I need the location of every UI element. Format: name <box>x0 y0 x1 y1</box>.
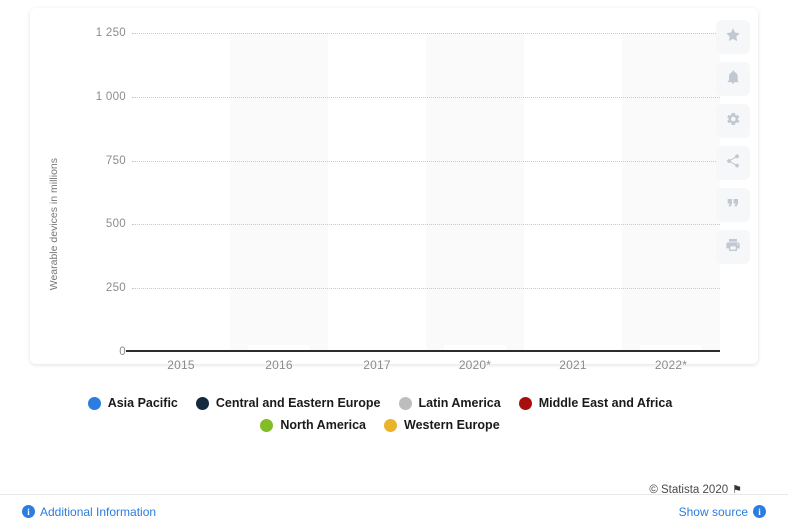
x-tick-label: 2020* <box>458 358 492 372</box>
legend-color-dot <box>195 396 209 410</box>
y-tick-label: 500 <box>105 218 126 231</box>
quote-icon <box>725 195 741 216</box>
settings-button[interactable] <box>716 104 750 138</box>
star-icon <box>725 27 741 48</box>
bell-icon <box>725 69 741 90</box>
bar-group <box>524 33 622 350</box>
x-tick-label: 2017 <box>363 358 391 372</box>
x-tick-label: 2021 <box>559 358 587 372</box>
x-tick-label: 2016 <box>265 358 293 372</box>
legend-color-dot <box>87 396 101 410</box>
chart-toolbar <box>712 20 754 264</box>
show-source-label: Show source <box>678 504 748 519</box>
cite-button[interactable] <box>716 188 750 222</box>
additional-information-label: Additional Information <box>40 504 157 519</box>
y-axis-ticks: 1 250 1 000 750 500 250 0 <box>58 27 126 358</box>
legend-item[interactable]: Central and Eastern Europe <box>195 396 381 410</box>
chart-card: Wearable devices in millions 1 250 1 000… <box>30 8 758 372</box>
legend-item[interactable]: North America <box>260 418 366 432</box>
legend-item[interactable]: Middle East and Africa <box>518 396 673 410</box>
plot-area <box>126 33 720 352</box>
y-tick-label: 750 <box>105 154 126 167</box>
legend-item-label: Western Europe <box>404 418 500 432</box>
bar-series-container <box>132 33 720 350</box>
legend-item-label: Asia Pacific <box>107 396 178 410</box>
bar-group <box>230 33 328 350</box>
bar-group <box>132 33 230 350</box>
legend-item-label: Central and Eastern Europe <box>215 396 381 410</box>
legend-item[interactable]: Asia Pacific <box>87 396 178 410</box>
info-icon: i <box>753 505 766 518</box>
bar-group <box>622 33 720 350</box>
x-tick-label: 2015 <box>167 358 195 372</box>
legend-item[interactable]: Latin America <box>398 396 501 410</box>
legend-item-label: Latin America <box>418 396 501 410</box>
legend-color-dot <box>518 396 532 410</box>
chart-legend: Asia Pacific Central and Eastern Europe La… <box>60 396 700 432</box>
x-axis-labels: 2015 2016 2017 2020* 2021 2022* <box>132 358 720 372</box>
legend-item-label: Middle East and Africa <box>538 396 673 410</box>
show-source-link[interactable]: Show source i <box>679 505 766 519</box>
print-icon <box>725 237 741 258</box>
info-icon: i <box>22 505 35 518</box>
share-icon <box>725 153 741 174</box>
legend-color-dot <box>398 396 412 410</box>
bar-group <box>328 33 426 350</box>
gear-icon <box>725 111 741 132</box>
y-tick-label: 0 <box>119 346 126 358</box>
legend-item-label: North America <box>280 418 367 432</box>
legend-color-dot <box>384 418 398 432</box>
statista-chart-page: Wearable devices in millions 1 250 1 000… <box>0 0 788 528</box>
legend-item[interactable]: Western Europe <box>384 418 500 432</box>
legend-color-dot <box>260 418 274 432</box>
x-axis-line <box>126 350 720 352</box>
y-tick-label: 1 250 <box>95 27 126 39</box>
additional-information-link[interactable]: i Additional Information <box>22 505 156 519</box>
share-button[interactable] <box>716 146 750 180</box>
print-button[interactable] <box>716 230 750 264</box>
y-tick-label: 250 <box>105 282 126 295</box>
x-tick-label: 2022* <box>654 358 688 372</box>
alert-button[interactable] <box>716 62 750 96</box>
y-tick-label: 1 000 <box>95 90 126 103</box>
favorite-button[interactable] <box>716 20 750 54</box>
footer-bar: i Additional Information Show source i <box>0 494 788 528</box>
bar-group <box>426 33 524 350</box>
